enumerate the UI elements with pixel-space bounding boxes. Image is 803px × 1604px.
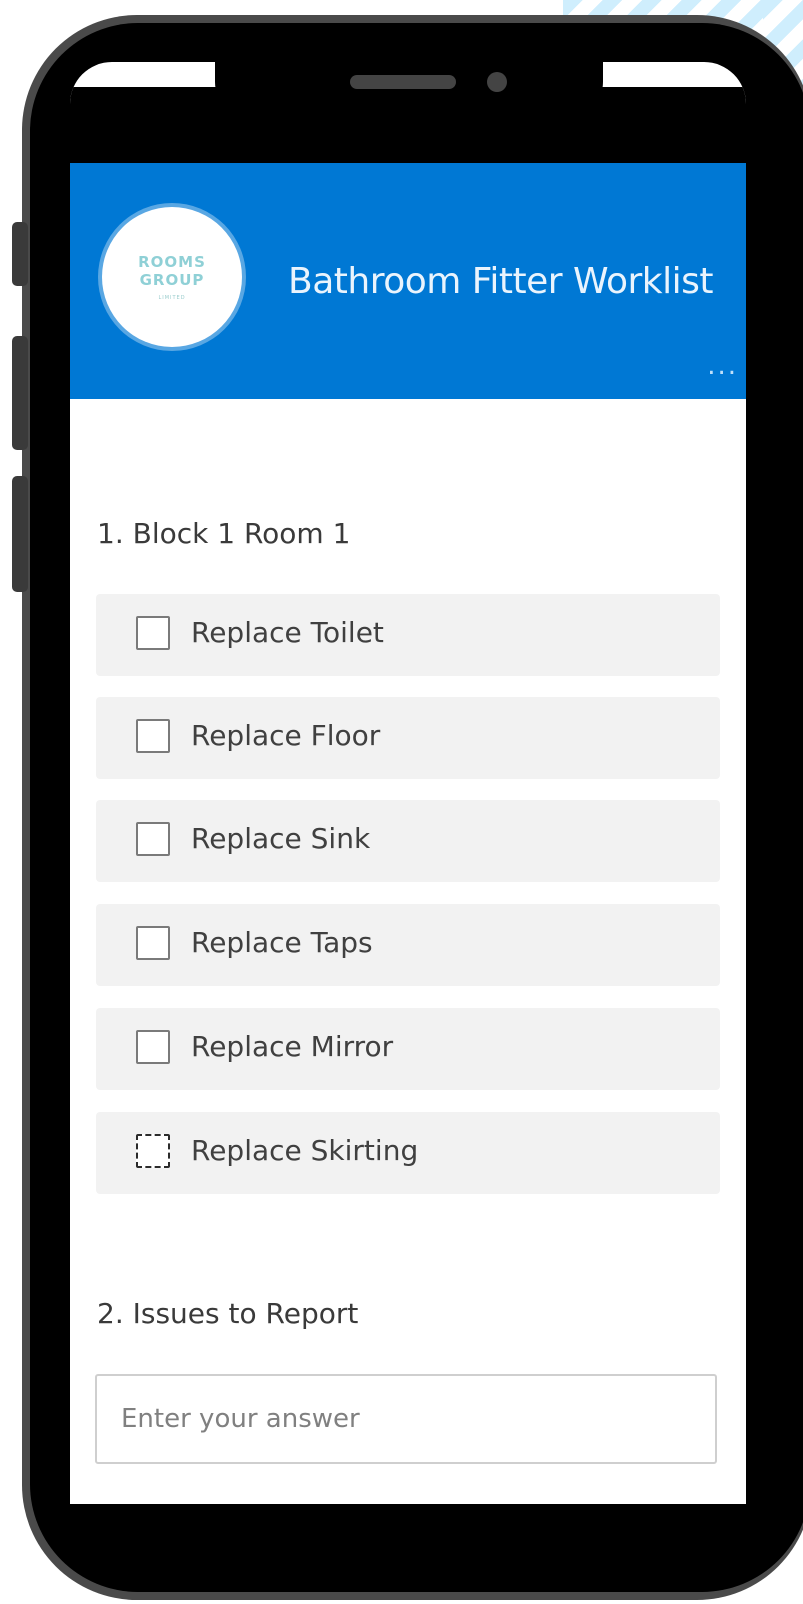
logo-text-sub: LIMITED — [158, 295, 186, 301]
answer-input[interactable] — [95, 1374, 717, 1464]
volume-down-button — [12, 476, 28, 592]
option-replace-taps[interactable]: Replace Taps — [96, 904, 720, 986]
mute-switch — [12, 222, 28, 286]
option-label: Replace Taps — [191, 926, 373, 959]
volume-up-button — [12, 336, 28, 450]
question-2-title: 2. Issues to Report — [97, 1297, 359, 1330]
checkbox[interactable] — [136, 822, 170, 856]
option-label: Replace Floor — [191, 719, 381, 752]
option-replace-mirror[interactable]: Replace Mirror — [96, 1008, 720, 1090]
option-label: Replace Toilet — [191, 616, 384, 649]
question-1-title: 1. Block 1 Room 1 — [97, 517, 351, 550]
more-options-icon[interactable]: ... — [707, 353, 738, 379]
option-label: Replace Skirting — [191, 1134, 419, 1167]
camera-icon — [487, 72, 507, 92]
logo-text-line1: ROOMS — [138, 253, 206, 271]
speaker-icon — [350, 75, 456, 89]
option-replace-toilet[interactable]: Replace Toilet — [96, 594, 720, 676]
checkbox[interactable] — [136, 1030, 170, 1064]
form-title: Bathroom Fitter Worklist — [288, 261, 714, 302]
option-replace-skirting[interactable]: Replace Skirting — [96, 1112, 720, 1194]
phone-notch — [215, 62, 603, 118]
checkbox[interactable] — [136, 616, 170, 650]
checkbox[interactable] — [136, 926, 170, 960]
checkbox[interactable] — [136, 719, 170, 753]
rooms-group-logo: ROOMS GROUP LIMITED — [102, 207, 242, 347]
checkbox[interactable] — [136, 1134, 170, 1168]
option-replace-sink[interactable]: Replace Sink — [96, 800, 720, 882]
form-header: ROOMS GROUP LIMITED Bathroom Fitter Work… — [70, 163, 746, 399]
option-replace-floor[interactable]: Replace Floor — [96, 697, 720, 779]
logo-text-line2: GROUP — [139, 271, 205, 289]
phone-screen: ROOMS GROUP LIMITED Bathroom Fitter Work… — [70, 62, 746, 1504]
option-label: Replace Sink — [191, 822, 371, 855]
option-label: Replace Mirror — [191, 1030, 394, 1063]
